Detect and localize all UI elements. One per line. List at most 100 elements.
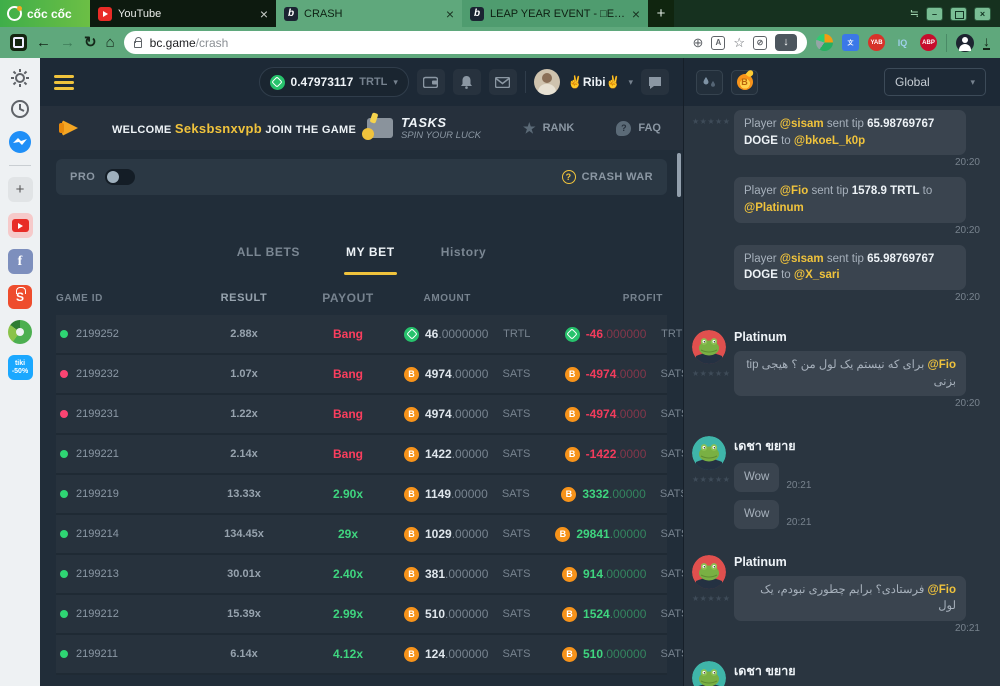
tab-leap-year-event[interactable]: b LEAP YEAR EVENT - □Event - × (462, 0, 648, 27)
table-row[interactable]: 2199252 2.88x Bang 46.0000000TRTL -46.00… (56, 315, 667, 355)
close-window-button[interactable]: × (974, 7, 991, 21)
back-icon[interactable]: ← (36, 35, 51, 50)
currency-label: SATS (500, 648, 530, 660)
user-avatar[interactable] (534, 69, 560, 95)
table-row[interactable]: 2199214 134.45x 29x 1029.00000SATS 29841… (56, 515, 667, 555)
messages-button[interactable] (489, 69, 517, 95)
translate-icon[interactable]: A (711, 36, 725, 50)
messenger-icon[interactable] (8, 130, 32, 154)
amount-cell: 4974.00000SATS (404, 367, 530, 382)
table-row[interactable]: 2199219 13.33x 2.90x 1149.00000SATS 3332… (56, 475, 667, 515)
collapse-window-icon[interactable]: ≒ (910, 7, 919, 20)
currency-label: SATS (658, 368, 683, 380)
table-row[interactable]: 2199232 1.07x Bang 4974.00000SATS -4974.… (56, 355, 667, 395)
crash-war-link[interactable]: ? CRASH WAR (562, 170, 653, 184)
user-mention[interactable]: @Fio (928, 584, 956, 596)
rank-link[interactable]: ★ RANK (523, 120, 574, 137)
coin-icon (565, 367, 580, 382)
user-mention[interactable]: @Platinum (744, 202, 804, 214)
pro-toggle[interactable] (105, 169, 135, 185)
user-mention[interactable]: @X_sari (794, 269, 840, 281)
new-tab-button[interactable]: + (648, 0, 674, 27)
adblock-extension-icon[interactable]: ABP (920, 34, 937, 51)
coin-icon (404, 407, 419, 422)
table-header: GAME ID RESULT PAYOUT AMOUNT PROFIT (56, 281, 667, 315)
tab-youtube[interactable]: YouTube × (90, 0, 276, 27)
balance-selector[interactable]: 0.47973117 TRTL ▾ (259, 67, 409, 97)
downloads-tray-icon[interactable]: ↓ (983, 35, 990, 50)
page-scrollbar[interactable] (677, 153, 681, 197)
chat-toggle-button[interactable] (641, 69, 669, 95)
settings-gear-icon[interactable] (10, 68, 30, 88)
reload-icon[interactable]: ↻ (84, 35, 97, 50)
download-page-button[interactable]: ↓ (775, 34, 797, 51)
table-row[interactable]: 2199231 1.22x Bang 4974.00000SATS -4974.… (56, 395, 667, 435)
faq-link[interactable]: ? FAQ (616, 121, 661, 136)
table-row[interactable]: 2199221 2.14x Bang 1422.00000SATS -1422.… (56, 435, 667, 475)
home-icon[interactable]: ⌂ (106, 35, 115, 50)
tab-close-icon[interactable]: × (260, 7, 268, 21)
user-name[interactable]: ✌Ribi✌ (568, 75, 621, 89)
bookmark-star-icon[interactable]: ☆ (733, 36, 745, 49)
notifications-button[interactable] (453, 69, 481, 95)
coin-drop-button[interactable]: B (731, 70, 758, 95)
address-bar[interactable]: bc.game/crash ⊕ A ☆ ⊘ ↓ (124, 31, 807, 54)
translate-extension-icon[interactable]: 文 (842, 34, 859, 51)
chat-message: Player @Fio sent tip 1578.9 TRTL to @Pla… (734, 177, 966, 222)
user-mention[interactable]: @sisam (780, 118, 824, 130)
tab-close-icon[interactable]: × (632, 7, 640, 21)
table-row[interactable]: 2199213 30.01x 2.40x 381.000000SATS 914.… (56, 555, 667, 595)
shopee-shortcut-icon[interactable]: S (8, 285, 32, 309)
add-shortcut-button[interactable]: + (8, 177, 33, 202)
table-row[interactable]: 2199211 6.14x 4.12x 124.000000SATS 510.0… (56, 635, 667, 675)
facebook-shortcut-icon[interactable]: f (8, 249, 33, 274)
menu-hamburger-icon[interactable] (54, 75, 74, 90)
tab-my-bet[interactable]: MY BET (346, 235, 395, 275)
url-text[interactable]: bc.game/crash (150, 36, 229, 50)
user-mention[interactable]: @bkoeL_k0p (794, 135, 865, 147)
rain-tip-button[interactable] (696, 70, 723, 95)
forward-icon[interactable]: → (60, 35, 75, 50)
payout-value: Bang (292, 447, 404, 461)
tab-close-icon[interactable]: × (446, 7, 454, 21)
minimize-button[interactable]: – (926, 7, 943, 21)
restore-button[interactable] (950, 7, 967, 21)
tiki-shortcut-icon[interactable]: tiki-50% (8, 355, 33, 380)
yab-extension-icon[interactable]: YAB (868, 34, 885, 51)
currency-label: SATS (658, 408, 683, 420)
coccoc-logo[interactable]: cốc cốc (0, 0, 90, 27)
coccoc-logo-icon (7, 6, 22, 21)
chat-region-select[interactable]: Global ▾ (884, 68, 986, 96)
question-icon: ? (562, 170, 576, 184)
chat-username[interactable]: Platinum (734, 330, 988, 344)
youtube-shortcut-icon[interactable] (8, 213, 33, 238)
user-mention[interactable]: @sisam (780, 253, 824, 265)
chat-message-list[interactable]: ★★★★★ Player @sisam sent tip 65.98769767… (684, 106, 1000, 686)
zoom-page-icon[interactable]: ⊕ (692, 36, 703, 49)
chat-username[interactable]: เดชา ขยาย (734, 436, 988, 456)
timestamp: 20:20 (955, 225, 980, 237)
avatar[interactable] (692, 555, 726, 589)
shield-icon[interactable]: ⊘ (753, 36, 767, 50)
sidebar-toggle-icon[interactable] (10, 34, 27, 51)
timestamp: 20:20 (955, 292, 980, 304)
avatar[interactable] (692, 330, 726, 364)
pinwheel-extension-icon[interactable] (816, 34, 833, 51)
chat-username[interactable]: Platinum (734, 555, 988, 569)
chat-username[interactable]: เดชา ขยาย (734, 661, 988, 681)
game-id: 2199214 (76, 528, 119, 540)
coccoc-shortcut-icon[interactable] (8, 320, 32, 344)
tab-all-bets[interactable]: ALL BETS (237, 235, 300, 275)
avatar[interactable] (692, 436, 726, 470)
user-mention[interactable]: @Fio (928, 359, 956, 371)
browser-profile-avatar[interactable] (956, 34, 974, 52)
history-icon[interactable] (10, 99, 30, 119)
user-mention[interactable]: @Fio (780, 185, 808, 197)
tab-crash-active[interactable]: b CRASH × (276, 0, 462, 27)
wallet-button[interactable] (417, 69, 445, 95)
tab-history[interactable]: History (441, 235, 487, 275)
table-row[interactable]: 2199212 15.39x 2.99x 510.000000SATS 1524… (56, 595, 667, 635)
iq-extension-icon[interactable]: IQ (894, 34, 911, 51)
avatar[interactable] (692, 661, 726, 686)
tasks-widget[interactable]: TASKS SPIN YOUR LUCK (367, 115, 481, 141)
